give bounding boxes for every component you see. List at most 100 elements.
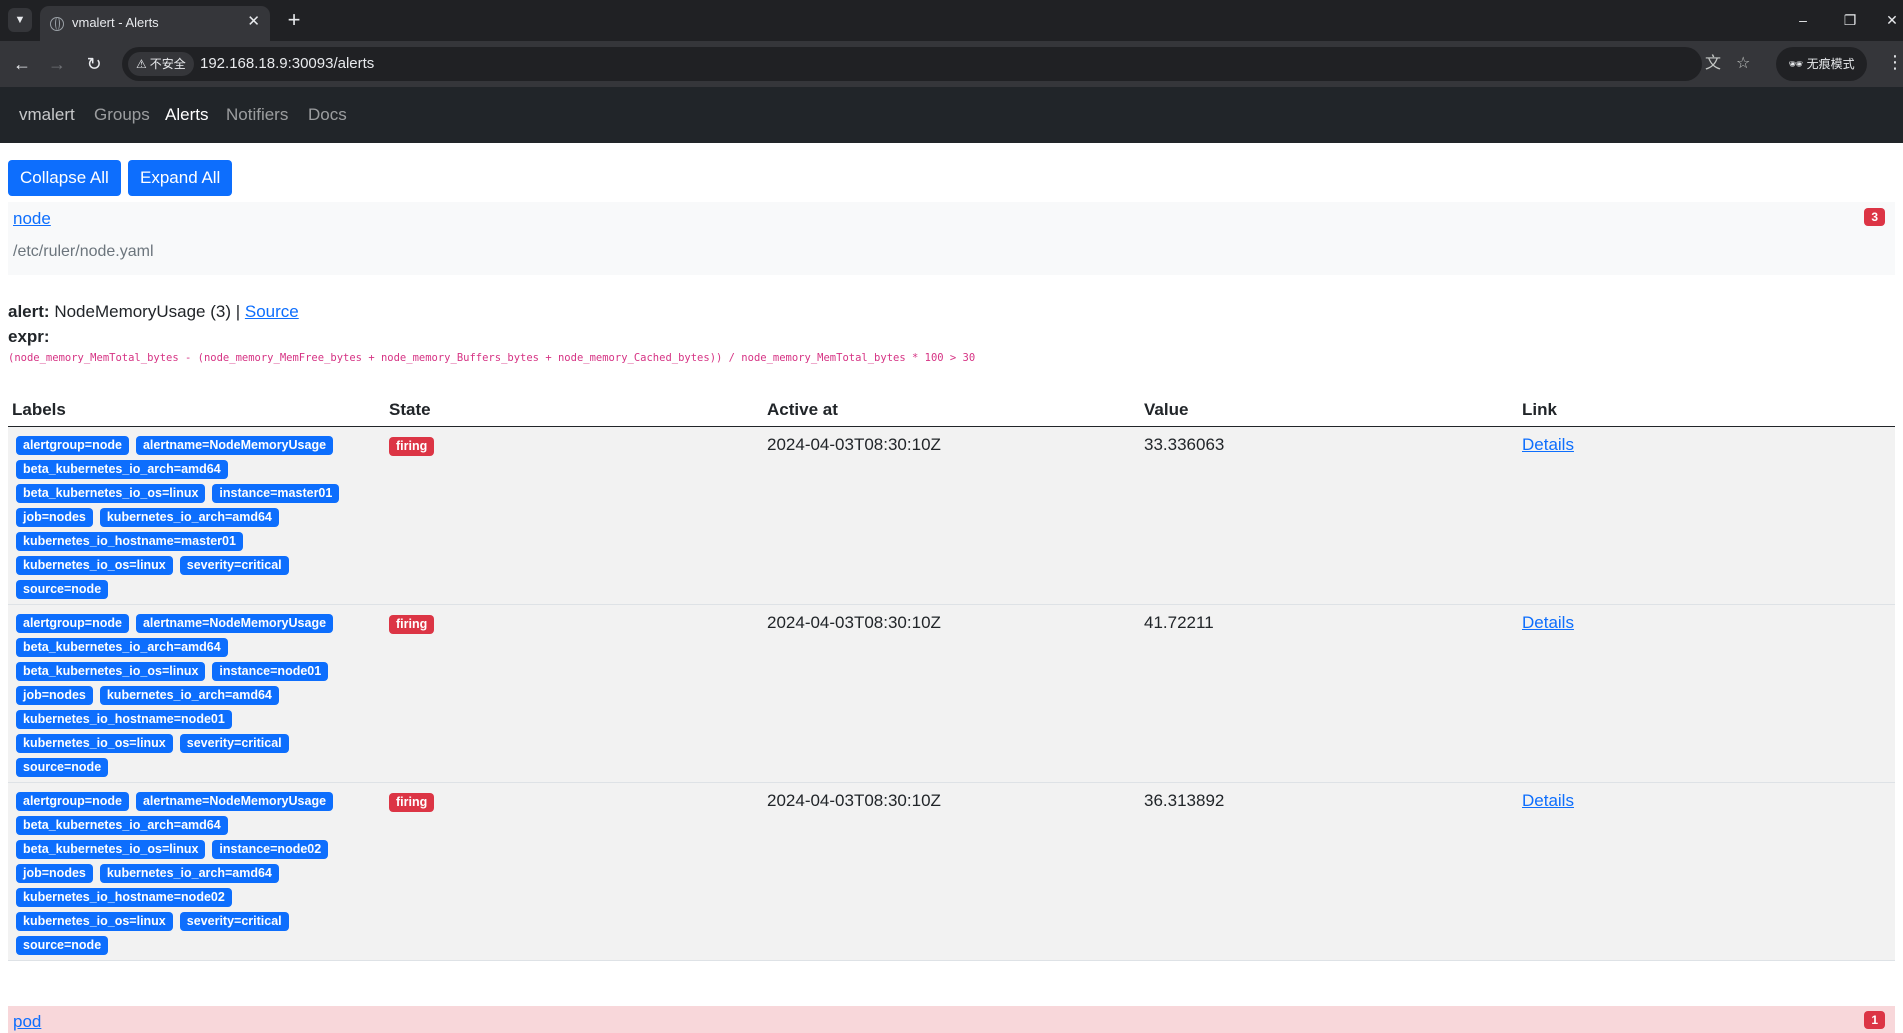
state-badge: firing: [389, 793, 435, 812]
column-header-link: Link: [1522, 400, 1557, 419]
nav-link-docs[interactable]: Docs: [308, 105, 347, 125]
browser-toolbar: ← → ↻ ⚠ 不安全 192.168.18.9:30093/alerts ⽂ ☆…: [0, 41, 1903, 87]
label-badge: beta_kubernetes_io_os=linux: [16, 840, 206, 859]
label-badge: instance=node02: [212, 840, 329, 859]
label-badge: kubernetes_io_os=linux: [16, 912, 173, 931]
collapse-all-button[interactable]: Collapse All: [8, 160, 121, 196]
alert-name: NodeMemoryUsage (3): [54, 302, 231, 321]
nav-link-notifiers[interactable]: Notifiers: [226, 105, 288, 125]
label-badge: kubernetes_io_hostname=master01: [16, 532, 243, 551]
nav-link-groups[interactable]: Groups: [94, 105, 150, 125]
incognito-chip[interactable]: 🕶 无痕模式: [1776, 47, 1867, 81]
label-badge: alertgroup=node: [16, 614, 129, 633]
minimize-icon[interactable]: –: [1791, 8, 1815, 32]
labels-cell: alertgroup=node alertname=NodeMemoryUsage…: [16, 792, 386, 960]
browser-tab[interactable]: vmalert - Alerts ✕: [40, 6, 270, 41]
details-link[interactable]: Details: [1522, 435, 1574, 455]
group-name-link[interactable]: node: [13, 209, 51, 229]
label-badge: job=nodes: [16, 508, 93, 527]
state-badge: firing: [389, 615, 435, 634]
nav-link-alerts[interactable]: Alerts: [165, 105, 208, 125]
group-alert-count-badge: 1: [1864, 1011, 1885, 1029]
alert-title: alert: NodeMemoryUsage (3) | Source: [8, 302, 299, 322]
active-at-value: 2024-04-03T08:30:10Z: [767, 791, 941, 810]
label-badge: instance=master01: [212, 484, 340, 503]
globe-icon: [50, 17, 64, 31]
active-at-value: 2024-04-03T08:30:10Z: [767, 435, 941, 454]
label-badge: instance=node01: [212, 662, 329, 681]
app-navbar: vmalert Groups Alerts Notifiers Docs: [0, 87, 1903, 143]
navbar-brand[interactable]: vmalert: [19, 105, 75, 125]
restore-icon[interactable]: ❐: [1838, 8, 1862, 32]
alert-value: 33.336063: [1144, 435, 1225, 454]
label-badge: kubernetes_io_hostname=node01: [16, 710, 232, 729]
table-row: alertgroup=node alertname=NodeMemoryUsage…: [8, 605, 1895, 783]
forward-icon[interactable]: →: [44, 51, 70, 77]
label-badge: beta_kubernetes_io_os=linux: [16, 484, 206, 503]
close-window-icon[interactable]: ✕: [1880, 8, 1903, 32]
active-at-value: 2024-04-03T08:30:10Z: [767, 613, 941, 632]
label-badge: severity=critical: [179, 912, 289, 931]
alert-value: 41.72211: [1144, 613, 1214, 632]
group-header-node[interactable]: node /etc/ruler/node.yaml 3: [8, 202, 1895, 275]
label-badge: kubernetes_io_os=linux: [16, 734, 173, 753]
security-chip[interactable]: ⚠ 不安全: [128, 52, 194, 76]
group-name-link[interactable]: pod: [13, 1012, 41, 1032]
label-badge: source=node: [16, 580, 109, 599]
details-link[interactable]: Details: [1522, 791, 1574, 811]
state-badge: firing: [389, 437, 435, 456]
label-badge: kubernetes_io_arch=amd64: [99, 508, 279, 527]
security-chip-label: 不安全: [149, 57, 186, 71]
label-badge: alertgroup=node: [16, 792, 129, 811]
warning-icon: ⚠: [136, 57, 147, 71]
back-icon[interactable]: ←: [9, 51, 35, 77]
label-badge: beta_kubernetes_io_arch=amd64: [16, 638, 228, 657]
new-tab-button[interactable]: +: [282, 8, 306, 32]
label-badge: source=node: [16, 936, 109, 955]
alert-prefix: alert:: [8, 302, 50, 321]
label-badge: alertgroup=node: [16, 436, 129, 455]
incognito-label: 无痕模式: [1806, 57, 1855, 71]
source-link[interactable]: Source: [245, 302, 299, 321]
label-badge: kubernetes_io_arch=amd64: [99, 686, 279, 705]
label-badge: severity=critical: [179, 556, 289, 575]
label-badge: alertname=NodeMemoryUsage: [135, 792, 334, 811]
label-badge: kubernetes_io_arch=amd64: [99, 864, 279, 883]
close-tab-icon[interactable]: ✕: [247, 12, 260, 32]
group-header-pod[interactable]: pod 1: [8, 1006, 1895, 1033]
label-badge: severity=critical: [179, 734, 289, 753]
table-row: alertgroup=node alertname=NodeMemoryUsage…: [8, 427, 1895, 605]
translate-icon[interactable]: ⽂: [1705, 53, 1721, 75]
label-badge: alertname=NodeMemoryUsage: [135, 436, 334, 455]
labels-cell: alertgroup=node alertname=NodeMemoryUsage…: [16, 614, 386, 782]
alert-separator: |: [235, 302, 241, 321]
alert-value: 36.313892: [1144, 791, 1225, 810]
label-badge: alertname=NodeMemoryUsage: [135, 614, 334, 633]
column-header-labels: Labels: [12, 400, 66, 419]
column-header-active-at: Active at: [767, 400, 838, 419]
incognito-icon: 🕶: [1788, 57, 1804, 71]
browser-tab-strip: ▼ vmalert - Alerts ✕ + – ❐ ✕: [0, 0, 1903, 41]
table-row: alertgroup=node alertname=NodeMemoryUsage…: [8, 783, 1895, 961]
details-link[interactable]: Details: [1522, 613, 1574, 633]
expand-all-button[interactable]: Expand All: [128, 160, 233, 196]
address-bar[interactable]: ⚠ 不安全 192.168.18.9:30093/alerts ⽂ ☆: [122, 47, 1750, 81]
browser-menu-icon[interactable]: ⋮: [1886, 49, 1903, 75]
tab-search-button[interactable]: ▼: [8, 8, 32, 32]
column-header-value: Value: [1144, 400, 1189, 419]
url-text: 192.168.18.9:30093/alerts: [200, 55, 375, 72]
label-badge: kubernetes_io_hostname=node02: [16, 888, 232, 907]
group-file-path: /etc/ruler/node.yaml: [13, 243, 154, 260]
expr-code: (node_memory_MemTotal_bytes - (node_memo…: [8, 352, 976, 364]
star-icon[interactable]: ☆: [1736, 53, 1750, 75]
labels-cell: alertgroup=node alertname=NodeMemoryUsage…: [16, 436, 386, 604]
label-badge: beta_kubernetes_io_arch=amd64: [16, 816, 228, 835]
tab-title: vmalert - Alerts: [72, 15, 159, 30]
reload-icon[interactable]: ↻: [81, 51, 107, 77]
label-badge: beta_kubernetes_io_arch=amd64: [16, 460, 228, 479]
group-alert-count-badge: 3: [1864, 208, 1885, 226]
label-badge: job=nodes: [16, 686, 93, 705]
label-badge: job=nodes: [16, 864, 93, 883]
label-badge: source=node: [16, 758, 109, 777]
column-header-state: State: [389, 400, 431, 419]
